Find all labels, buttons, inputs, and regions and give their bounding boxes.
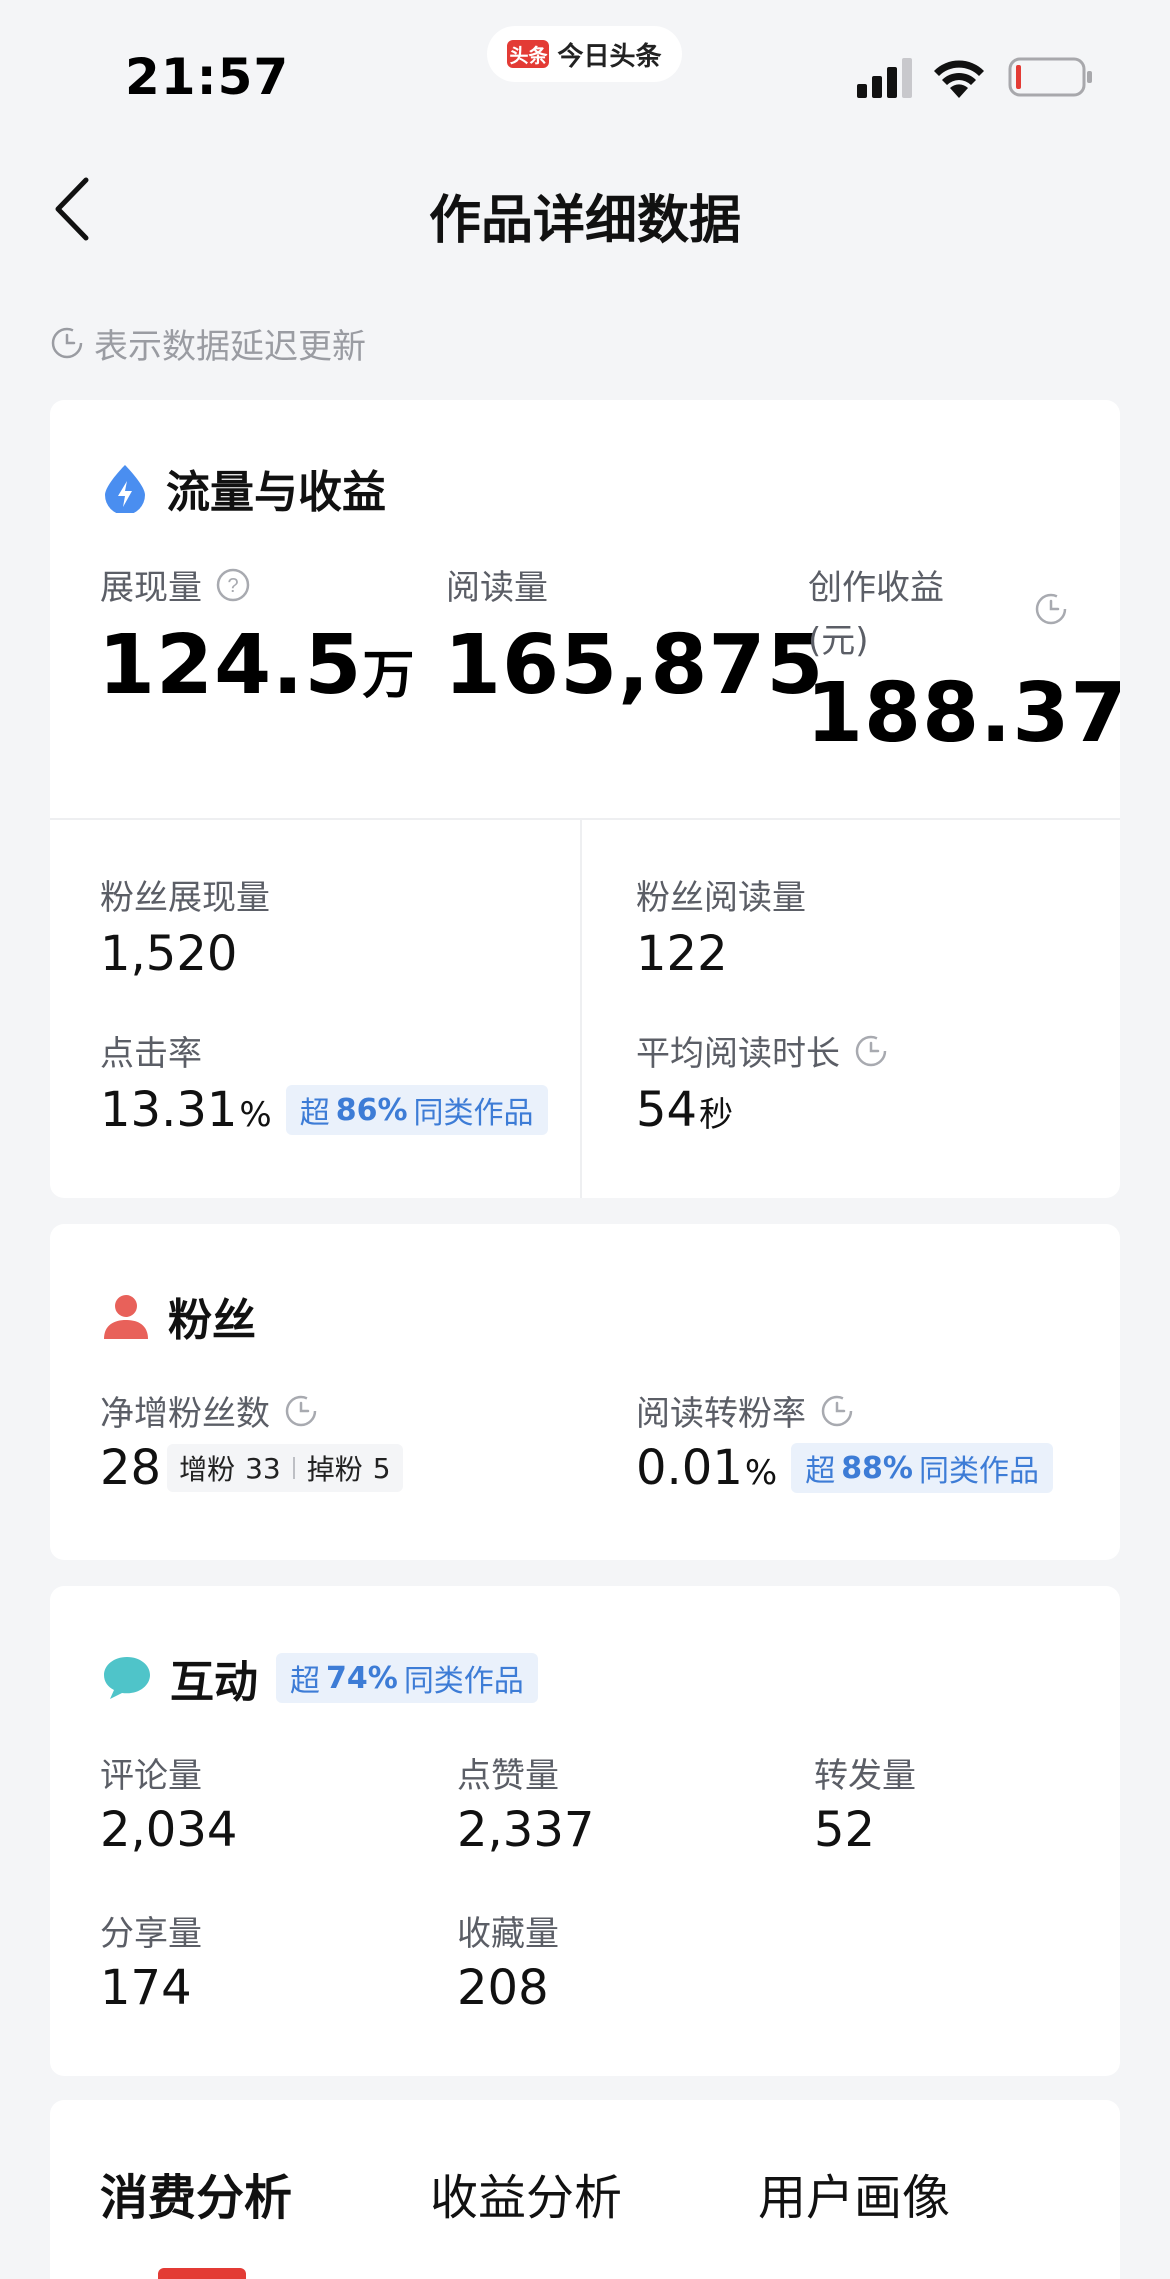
conversion-label-group: 阅读转粉率 <box>636 1386 854 1435</box>
lightning-drop-icon <box>105 465 145 513</box>
reads-label: 阅读量 <box>446 568 548 608</box>
favorites-value: 208 <box>457 1960 549 2016</box>
active-tab-indicator <box>158 2268 246 2279</box>
impressions-label: 展现量 <box>100 568 202 608</box>
toutiao-logo-icon: 头条 <box>507 40 550 68</box>
net-fans-label-group: 净增粉丝数 <box>100 1386 318 1435</box>
delay-clock-icon <box>285 1395 317 1426</box>
app-name: 今日头条 <box>557 41 662 72</box>
tab-earnings-analysis[interactable]: 收益分析 <box>430 2158 622 2228</box>
fans-card-title: 粉丝 <box>168 1295 256 1346</box>
interaction-card-title: 互动 <box>170 1657 258 1708</box>
status-bar: 21:57 头条 今日头条 <box>0 0 1170 130</box>
person-icon <box>104 1295 148 1339</box>
tab-consumption-analysis[interactable]: 消费分析 <box>100 2158 292 2228</box>
interaction-percentile-badge: 超 74% 同类作品 <box>276 1653 538 1703</box>
delay-clock-icon <box>1035 593 1067 625</box>
conversion-unit: % <box>744 1453 778 1493</box>
badge-percent: 74% <box>326 1660 398 1696</box>
gain-label: 增粉 <box>179 1453 236 1486</box>
avg-read-time-label-group: 平均阅读时长 <box>636 1026 888 1075</box>
badge-percent: 88% <box>841 1450 913 1486</box>
ctr-label: 点击率 <box>100 1034 202 1074</box>
reposts-value: 52 <box>814 1802 876 1858</box>
delay-notice-text: 表示数据延迟更新 <box>94 326 366 367</box>
ctr-percentile-badge: 超 86% 同类作品 <box>285 1085 548 1135</box>
comments-label: 评论量 <box>100 1756 202 1796</box>
fan-gain-loss-tag: 增粉 33 掉粉 5 <box>167 1444 403 1492</box>
traffic-card-title: 流量与收益 <box>166 467 386 518</box>
fan-impressions-label: 粉丝展现量 <box>100 878 270 918</box>
loss-label: 掉粉 <box>306 1453 363 1486</box>
analysis-tabs: 消费分析 收益分析 用户画像 <box>50 2100 1120 2279</box>
badge-suffix: 同类作品 <box>403 1664 524 1699</box>
badge-prefix: 超 <box>805 1454 836 1489</box>
battery-low-icon <box>1008 57 1092 97</box>
impressions-label-group: 展现量 ? <box>100 560 250 609</box>
svg-text:?: ? <box>227 575 238 597</box>
tab-user-profile[interactable]: 用户画像 <box>758 2158 950 2228</box>
likes-label: 点赞量 <box>457 1756 559 1796</box>
status-time: 21:57 <box>125 48 290 106</box>
conversion-percentile-badge: 超 88% 同类作品 <box>791 1443 1053 1493</box>
gain-value: 33 <box>245 1451 281 1485</box>
traffic-earnings-card: 流量与收益 展现量 ? 124.5万 阅读量 165,875 创作收益 (元) … <box>50 400 1120 1198</box>
fans-card: 粉丝 净增粉丝数 28 增粉 33 掉粉 5 阅读转粉率 0.01% 超 88% 同类作… <box>50 1224 1120 1560</box>
conversion-row: 0.01% 超 88% 同类作品 <box>636 1440 1053 1496</box>
avg-read-time-label: 平均阅读时长 <box>636 1034 840 1074</box>
net-fans-value: 28 <box>100 1440 162 1496</box>
badge-prefix: 超 <box>290 1664 320 1699</box>
likes-value: 2,337 <box>457 1802 595 1858</box>
chat-bubble-icon <box>104 1657 150 1699</box>
shares-label: 分享量 <box>100 1914 202 1954</box>
net-fans-label: 净增粉丝数 <box>100 1394 270 1434</box>
earnings-label: 创作收益 (元) <box>808 560 944 662</box>
avg-read-time-row: 54 秒 <box>636 1082 733 1138</box>
earnings-value: 188.37 <box>806 666 1120 761</box>
reposts-label: 转发量 <box>814 1756 916 1796</box>
badge-prefix: 超 <box>299 1096 330 1131</box>
conversion-label: 阅读转粉率 <box>636 1394 806 1434</box>
card-divider <box>50 818 1120 820</box>
app-indicator-pill[interactable]: 头条 今日头条 <box>487 26 682 82</box>
impressions-value: 124.5万 <box>98 618 415 713</box>
help-question-icon[interactable]: ? <box>216 568 250 602</box>
page-title: 作品详细数据 <box>428 191 741 251</box>
traffic-card-header: 流量与收益 <box>102 456 386 520</box>
interaction-card-header: 互动 超 74% 同类作品 <box>102 1646 538 1710</box>
impressions-number: 124.5 <box>98 618 363 713</box>
shares-value: 174 <box>100 1960 192 2016</box>
earnings-label-line2: (元) <box>808 621 869 661</box>
cellular-signal-icon <box>857 58 912 98</box>
comments-value: 2,034 <box>100 1802 238 1858</box>
wifi-icon <box>934 60 984 98</box>
impressions-unit: 万 <box>362 646 416 706</box>
earnings-label-line1: 创作收益 <box>808 568 944 608</box>
tag-separator <box>292 1457 295 1479</box>
delay-clock-icon <box>855 1035 887 1066</box>
badge-percent: 86% <box>335 1092 408 1128</box>
fan-reads-value: 122 <box>636 926 728 982</box>
ctr-value: 13.31 <box>100 1082 238 1138</box>
ctr-unit: % <box>239 1095 272 1135</box>
net-fans-row: 28 增粉 33 掉粉 5 <box>100 1440 403 1496</box>
favorites-label: 收藏量 <box>457 1914 559 1954</box>
ctr-row: 13.31% 超 86% 同类作品 <box>100 1082 548 1138</box>
fans-card-header: 粉丝 <box>102 1284 256 1348</box>
fan-impressions-value: 1,520 <box>100 926 238 982</box>
delay-notice: 表示数据延迟更新 <box>50 318 366 368</box>
reads-value: 165,875 <box>444 618 825 713</box>
conversion-value: 0.01 <box>636 1440 743 1496</box>
navigation-bar: 作品详细数据 <box>0 150 1170 270</box>
loss-value: 5 <box>372 1451 391 1485</box>
delay-clock-icon <box>821 1395 853 1426</box>
card-divider-vertical <box>580 820 582 1198</box>
interaction-card: 互动 超 74% 同类作品 评论量 2,034 点赞量 2,337 转发量 52 分… <box>50 1586 1120 2076</box>
avg-read-time-value: 54 <box>636 1082 698 1138</box>
avg-read-time-unit: 秒 <box>699 1095 734 1135</box>
clock-icon <box>51 327 83 359</box>
fan-reads-label: 粉丝阅读量 <box>636 878 806 918</box>
badge-suffix: 同类作品 <box>919 1454 1039 1489</box>
badge-suffix: 同类作品 <box>413 1096 534 1131</box>
